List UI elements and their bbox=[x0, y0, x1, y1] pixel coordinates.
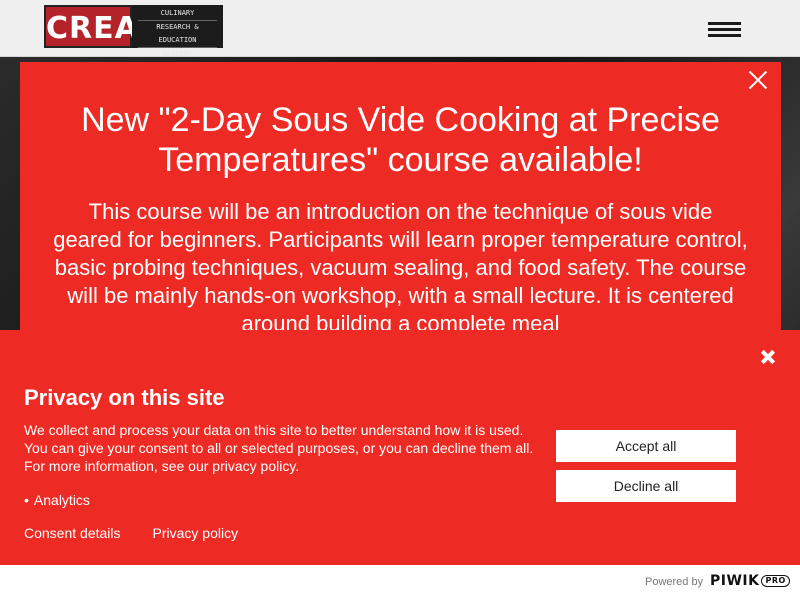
accept-all-button[interactable]: Accept all bbox=[556, 430, 736, 462]
powered-by-bar: Powered by PIWIK PRO bbox=[0, 565, 800, 600]
privacy-close-icon[interactable] bbox=[761, 350, 775, 364]
piwik-pro-badge: PRO bbox=[761, 575, 790, 587]
privacy-title: Privacy on this site bbox=[24, 385, 225, 410]
piwik-wordmark: PIWIK bbox=[710, 573, 760, 589]
site-header: CREA Culinary Research & Education Acade… bbox=[0, 0, 800, 58]
purpose-list: Analytics bbox=[24, 491, 90, 509]
modal-body: This course will be an introduction on t… bbox=[53, 199, 748, 336]
modal-close-icon[interactable] bbox=[746, 68, 770, 92]
privacy-links: Consent details Privacy policy bbox=[24, 524, 270, 542]
privacy-description: We collect and process your data on this… bbox=[24, 422, 534, 474]
logo-wordmark: CREA bbox=[44, 5, 138, 48]
decline-all-button[interactable]: Decline all bbox=[556, 470, 736, 502]
course-announcement-modal: New "2-Day Sous Vide Cooking at Precise … bbox=[20, 62, 781, 362]
privacy-policy-link[interactable]: Privacy policy bbox=[153, 524, 239, 542]
menu-bar bbox=[708, 22, 741, 25]
privacy-banner: Privacy on this site We collect and proc… bbox=[0, 330, 800, 565]
logo-subtitle-line: Research & Education bbox=[138, 21, 217, 48]
powered-by-label: Powered by bbox=[645, 576, 704, 588]
consent-details-link[interactable]: Consent details bbox=[24, 524, 121, 542]
modal-title: New "2-Day Sous Vide Cooking at Precise … bbox=[81, 101, 720, 179]
logo-subtitle: Culinary Research & Education Academy bbox=[132, 5, 223, 58]
piwik-pro-logo[interactable]: PIWIK PRO bbox=[710, 573, 790, 589]
purpose-item-analytics: Analytics bbox=[24, 491, 90, 509]
logo-subtitle-line: Culinary bbox=[138, 7, 217, 21]
menu-bar bbox=[708, 28, 741, 31]
menu-bar bbox=[708, 34, 741, 37]
crea-logo[interactable]: CREA Culinary Research & Education Acade… bbox=[44, 5, 223, 58]
hamburger-menu-icon[interactable] bbox=[708, 20, 741, 38]
